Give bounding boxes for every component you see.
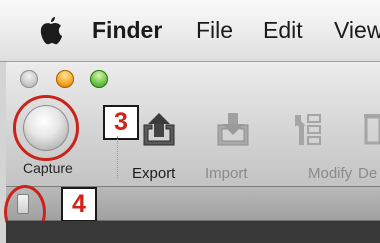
capture-button[interactable] — [23, 105, 69, 151]
toolbar: Capture 3 Export Import Modify De — [6, 62, 380, 187]
menu-finder[interactable]: Finder — [92, 15, 162, 45]
app-window: Capture 3 Export Import Modify De 4 — [4, 62, 380, 243]
modify-button-label: Modify — [308, 165, 353, 182]
delete-button-label: De — [358, 165, 378, 182]
import-button-label: Import — [205, 165, 248, 182]
device-strip: 4 — [4, 185, 380, 239]
delete-icon — [364, 114, 380, 145]
minimize-window-button[interactable] — [56, 70, 74, 88]
modify-icon — [295, 114, 321, 145]
step-badge-4: 4 — [61, 187, 97, 222]
menu-view[interactable]: View — [334, 15, 380, 45]
export-icon[interactable] — [142, 111, 176, 147]
close-window-button[interactable] — [20, 70, 38, 88]
step-badge-3: 3 — [103, 105, 139, 140]
apple-icon[interactable] — [36, 14, 66, 46]
device-icon[interactable] — [17, 194, 29, 214]
zoom-window-button[interactable] — [90, 70, 108, 88]
menu-edit[interactable]: Edit — [263, 15, 303, 45]
toolbar-separator — [117, 136, 118, 178]
menu-file[interactable]: File — [196, 15, 233, 45]
menu-bar: Finder File Edit View — [0, 0, 380, 62]
import-icon — [217, 113, 249, 146]
content-area — [6, 221, 380, 243]
export-button-label[interactable]: Export — [132, 165, 175, 182]
capture-label: Capture — [23, 160, 73, 176]
